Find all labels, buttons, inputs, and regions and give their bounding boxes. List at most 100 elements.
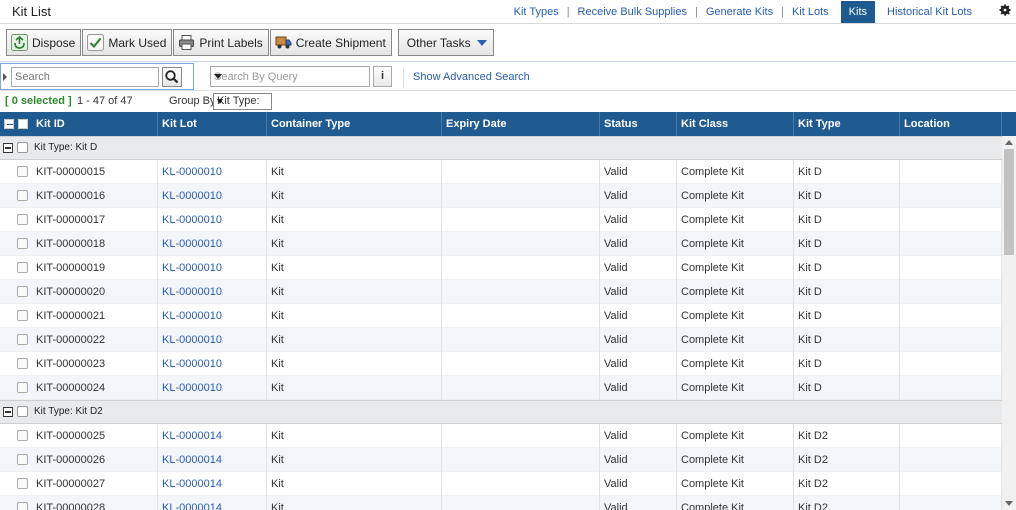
table-row[interactable]: KIT-00000016 KL-0000010 Kit Valid Complete K… bbox=[0, 184, 1002, 208]
cell-kit-id: KIT-00000027 bbox=[32, 472, 158, 496]
nav-historical-kit-lots[interactable]: Historical Kit Lots bbox=[879, 6, 980, 18]
row-checkbox[interactable] bbox=[17, 214, 28, 225]
cell-kit-class: Complete Kit bbox=[677, 472, 794, 496]
cell-status: Valid bbox=[600, 256, 677, 280]
collapse-all-icon[interactable] bbox=[4, 119, 14, 129]
dispose-button[interactable]: Dispose bbox=[6, 29, 82, 56]
show-advanced-search-link[interactable]: Show Advanced Search bbox=[413, 71, 530, 83]
cell-kit-lot[interactable]: KL-0000014 bbox=[158, 496, 267, 510]
table-row[interactable]: KIT-00000019 KL-0000010 Kit Valid Complete K… bbox=[0, 256, 1002, 280]
group-header-row: Kit Type: Kit D bbox=[0, 136, 1002, 160]
cell-kit-id: KIT-00000026 bbox=[32, 448, 158, 472]
row-checkbox[interactable] bbox=[17, 502, 28, 510]
column-header-expiry-date[interactable]: Expiry Date bbox=[442, 112, 600, 136]
group-by-select[interactable]: Kit Type: bbox=[213, 93, 272, 110]
table-row[interactable]: KIT-00000027 KL-0000014 Kit Valid Complete K… bbox=[0, 472, 1002, 496]
cell-kit-lot[interactable]: KL-0000010 bbox=[158, 328, 267, 352]
cell-status: Valid bbox=[600, 472, 677, 496]
group-checkbox[interactable] bbox=[17, 142, 28, 153]
cell-container-type: Kit bbox=[267, 208, 442, 232]
query-info-button[interactable]: i bbox=[373, 66, 392, 87]
search-input[interactable] bbox=[11, 67, 159, 87]
table-row[interactable]: KIT-00000025 KL-0000014 Kit Valid Complete K… bbox=[0, 424, 1002, 448]
nav-kits[interactable]: Kits bbox=[840, 1, 876, 23]
cell-kit-lot[interactable]: KL-0000010 bbox=[158, 256, 267, 280]
scrollbar-thumb[interactable] bbox=[1004, 149, 1014, 255]
cell-kit-class: Complete Kit bbox=[677, 352, 794, 376]
cell-kit-lot[interactable]: KL-0000010 bbox=[158, 352, 267, 376]
cell-kit-lot[interactable]: KL-0000010 bbox=[158, 184, 267, 208]
cell-kit-id: KIT-00000019 bbox=[32, 256, 158, 280]
other-tasks-dropdown[interactable]: Other Tasks bbox=[397, 29, 494, 56]
cell-kit-lot[interactable]: KL-0000014 bbox=[158, 448, 267, 472]
row-checkbox[interactable] bbox=[17, 286, 28, 297]
cell-kit-lot[interactable]: KL-0000010 bbox=[158, 376, 267, 400]
row-checkbox[interactable] bbox=[17, 430, 28, 441]
print-labels-button[interactable]: Print Labels bbox=[173, 29, 269, 56]
cell-kit-class: Complete Kit bbox=[677, 496, 794, 510]
cell-container-type: Kit bbox=[267, 376, 442, 400]
search-icon bbox=[165, 70, 179, 84]
nav-generate-kits[interactable]: Generate Kits bbox=[698, 6, 781, 18]
cell-kit-lot[interactable]: KL-0000014 bbox=[158, 472, 267, 496]
group-label: Kit Type: Kit D2 bbox=[34, 406, 103, 417]
table-row[interactable]: KIT-00000022 KL-0000010 Kit Valid Complete K… bbox=[0, 328, 1002, 352]
table-row[interactable]: KIT-00000015 KL-0000010 Kit Valid Complete K… bbox=[0, 160, 1002, 184]
table-row[interactable]: KIT-00000017 KL-0000010 Kit Valid Complete K… bbox=[0, 208, 1002, 232]
column-header-location[interactable]: Location bbox=[900, 112, 1002, 136]
row-checkbox[interactable] bbox=[17, 454, 28, 465]
select-all-checkbox[interactable] bbox=[18, 119, 28, 129]
mark-used-button[interactable]: Mark Used bbox=[82, 29, 173, 56]
row-checkbox[interactable] bbox=[17, 382, 28, 393]
row-checkbox[interactable] bbox=[17, 358, 28, 369]
top-nav: Kit Types | Receive Bulk Supplies | Generate… bbox=[506, 0, 980, 24]
row-checkbox[interactable] bbox=[17, 190, 28, 201]
table-row[interactable]: KIT-00000021 KL-0000010 Kit Valid Complete K… bbox=[0, 304, 1002, 328]
cell-kit-lot[interactable]: KL-0000010 bbox=[158, 160, 267, 184]
collapse-icon[interactable] bbox=[3, 407, 13, 417]
group-checkbox[interactable] bbox=[17, 406, 28, 417]
gear-icon[interactable] bbox=[998, 3, 1012, 17]
row-checkbox[interactable] bbox=[17, 166, 28, 177]
table-row[interactable]: KIT-00000020 KL-0000010 Kit Valid Complete K… bbox=[0, 280, 1002, 304]
scroll-down-icon[interactable] bbox=[1005, 501, 1013, 506]
column-header-kit-class[interactable]: Kit Class bbox=[677, 112, 794, 136]
column-header-kit-type[interactable]: Kit Type bbox=[794, 112, 900, 136]
table-row[interactable]: KIT-00000028 KL-0000014 Kit Valid Complete K… bbox=[0, 496, 1002, 510]
row-checkbox[interactable] bbox=[17, 310, 28, 321]
row-checkbox[interactable] bbox=[17, 262, 28, 273]
query-select[interactable]: Search By Query bbox=[210, 66, 370, 87]
table-row[interactable]: KIT-00000026 KL-0000014 Kit Valid Complete K… bbox=[0, 448, 1002, 472]
row-checkbox[interactable] bbox=[17, 334, 28, 345]
cell-expiry-date bbox=[442, 160, 600, 184]
row-checkbox[interactable] bbox=[17, 238, 28, 249]
cell-kit-lot[interactable]: KL-0000010 bbox=[158, 304, 267, 328]
vertical-scrollbar[interactable] bbox=[1002, 136, 1016, 510]
nav-kit-lots[interactable]: Kit Lots bbox=[784, 6, 837, 18]
cell-kit-lot[interactable]: KL-0000014 bbox=[158, 424, 267, 448]
cell-kit-class: Complete Kit bbox=[677, 280, 794, 304]
cell-kit-class: Complete Kit bbox=[677, 160, 794, 184]
table-row[interactable]: KIT-00000024 KL-0000010 Kit Valid Complete K… bbox=[0, 376, 1002, 400]
collapse-icon[interactable] bbox=[3, 143, 13, 153]
cell-expiry-date bbox=[442, 184, 600, 208]
column-header-kit-lot[interactable]: Kit Lot bbox=[158, 112, 267, 136]
print-labels-label: Print Labels bbox=[199, 35, 263, 50]
column-header-kit-id[interactable]: Kit ID bbox=[32, 112, 158, 136]
expand-arrow-icon[interactable] bbox=[3, 73, 7, 81]
cell-kit-lot[interactable]: KL-0000010 bbox=[158, 280, 267, 304]
nav-receive-bulk-supplies[interactable]: Receive Bulk Supplies bbox=[570, 6, 695, 18]
cell-kit-lot[interactable]: KL-0000010 bbox=[158, 232, 267, 256]
top-header: Kit List Kit Types | Receive Bulk Supplies… bbox=[0, 0, 1016, 24]
row-checkbox[interactable] bbox=[17, 478, 28, 489]
create-shipment-button[interactable]: Create Shipment bbox=[269, 29, 392, 56]
nav-kit-types[interactable]: Kit Types bbox=[506, 6, 567, 18]
cell-status: Valid bbox=[600, 352, 677, 376]
column-header-status[interactable]: Status bbox=[600, 112, 677, 136]
table-row[interactable]: KIT-00000023 KL-0000010 Kit Valid Complete K… bbox=[0, 352, 1002, 376]
cell-kit-lot[interactable]: KL-0000010 bbox=[158, 208, 267, 232]
search-button[interactable] bbox=[162, 67, 182, 87]
scroll-up-icon[interactable] bbox=[1005, 140, 1013, 145]
column-header-container-type[interactable]: Container Type bbox=[267, 112, 442, 136]
table-row[interactable]: KIT-00000018 KL-0000010 Kit Valid Complete K… bbox=[0, 232, 1002, 256]
